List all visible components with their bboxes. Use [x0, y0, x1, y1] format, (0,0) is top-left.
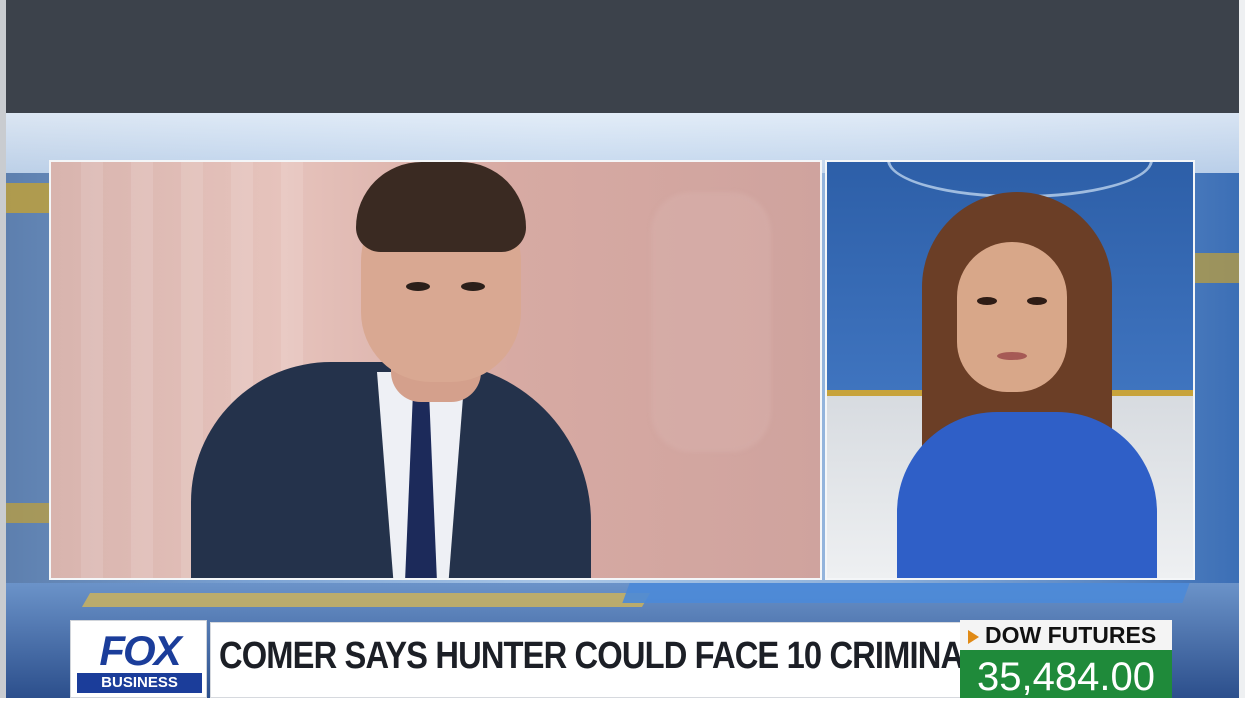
eye	[1027, 297, 1047, 305]
video-panel-photo	[49, 160, 822, 580]
man-in-suit-photo	[191, 162, 611, 578]
studio-floor-stripe	[622, 583, 1190, 603]
anchor-woman	[897, 182, 1187, 578]
logo-business-text: BUSINESS	[77, 673, 202, 693]
studio-floor-stripe	[81, 593, 651, 607]
right-border	[1239, 0, 1245, 698]
background-curtain	[81, 162, 103, 578]
eye	[977, 297, 997, 305]
face	[957, 242, 1067, 392]
top-letterbox-bar	[6, 0, 1239, 113]
market-value: 35,484.00	[960, 650, 1172, 699]
market-ticker: DOW FUTURES 35,484.00	[960, 620, 1172, 699]
blue-dress	[897, 412, 1157, 578]
triangle-right-icon	[968, 629, 979, 644]
eye	[461, 282, 485, 291]
market-label: DOW FUTURES	[960, 620, 1172, 650]
headline-banner: COMER SAYS HUNTER COULD FACE 10 CRIMINAL…	[210, 622, 1148, 698]
eye	[406, 282, 430, 291]
hair	[356, 162, 526, 252]
background-curtain	[131, 162, 153, 578]
video-frame: FOX BUSINESS COMER SAYS HUNTER COULD FAC…	[0, 0, 1245, 699]
fox-business-logo: FOX BUSINESS	[70, 620, 207, 698]
video-panel-anchor	[825, 160, 1195, 580]
background-blur	[651, 192, 771, 452]
lower-third: FOX BUSINESS COMER SAYS HUNTER COULD FAC…	[70, 620, 1240, 699]
lips	[997, 352, 1027, 360]
studio-accent	[1189, 253, 1239, 283]
logo-fox-text: FOX	[99, 627, 181, 674]
market-label-text: DOW FUTURES	[985, 622, 1157, 648]
